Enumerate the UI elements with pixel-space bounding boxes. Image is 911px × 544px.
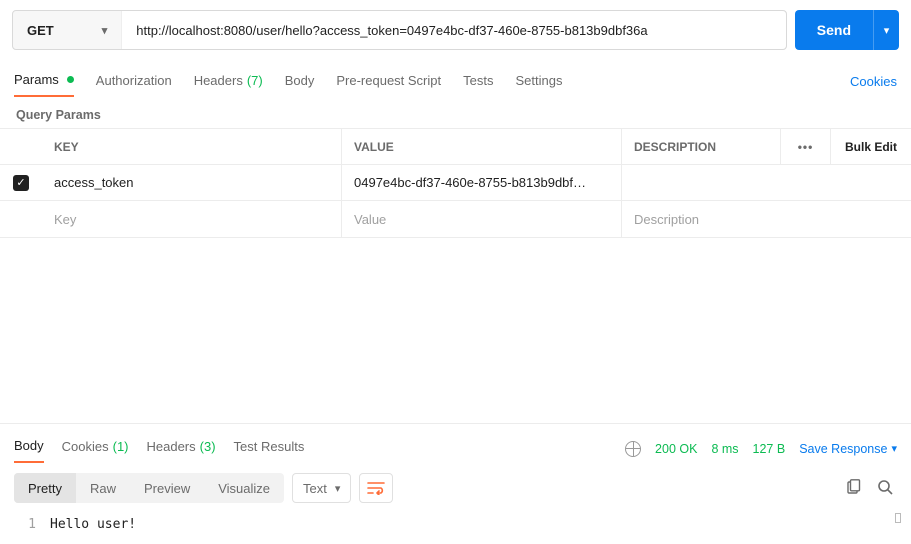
response-tab-headers-label: Headers xyxy=(147,439,196,454)
line-wrap-button[interactable] xyxy=(359,473,393,503)
save-response-button[interactable]: Save Response ▾ xyxy=(799,442,897,456)
tab-prerequest[interactable]: Pre-request Script xyxy=(336,67,441,96)
url-input[interactable]: http://localhost:8080/user/hello?access_… xyxy=(121,11,786,49)
tab-authorization[interactable]: Authorization xyxy=(96,67,172,96)
viewer-tab-raw[interactable]: Raw xyxy=(76,473,130,503)
url-text: http://localhost:8080/user/hello?access_… xyxy=(136,23,647,38)
search-icon xyxy=(877,479,893,495)
response-type-label: Text xyxy=(303,481,327,496)
viewer-tab-visualize[interactable]: Visualize xyxy=(204,473,284,503)
line-number: 1 xyxy=(0,517,50,532)
status-code: 200 OK xyxy=(655,442,697,456)
tab-headers-count: (7) xyxy=(247,73,263,88)
http-method-label: GET xyxy=(27,23,54,38)
status-time: 8 ms xyxy=(711,442,738,456)
chevron-down-icon: ▾ xyxy=(102,24,108,37)
param-key-placeholder[interactable]: Key xyxy=(42,201,342,237)
send-button[interactable]: Send xyxy=(795,10,873,50)
query-params-table: KEY VALUE DESCRIPTION ••• Bulk Edit ✓ ac… xyxy=(0,128,911,238)
tab-headers[interactable]: Headers (7) xyxy=(194,67,263,96)
response-body[interactable]: 1 Hello user! xyxy=(0,513,911,544)
tab-headers-label: Headers xyxy=(194,73,243,88)
viewer-tab-pretty[interactable]: Pretty xyxy=(14,473,76,503)
tab-tests[interactable]: Tests xyxy=(463,67,493,96)
copy-button[interactable] xyxy=(841,475,865,502)
param-value-input[interactable]: 0497e4bc-df37-460e-8755-b813b9dbf… xyxy=(342,165,622,200)
response-tab-cookies-label: Cookies xyxy=(62,439,109,454)
table-header-row: KEY VALUE DESCRIPTION ••• Bulk Edit xyxy=(0,129,911,165)
globe-icon[interactable] xyxy=(625,441,641,457)
viewer-tabs: Pretty Raw Preview Visualize xyxy=(14,473,284,503)
row-checkbox[interactable]: ✓ xyxy=(13,175,29,191)
response-tab-headers[interactable]: Headers (3) xyxy=(147,435,216,462)
param-description-placeholder[interactable]: Description xyxy=(622,201,911,237)
bulk-edit-button[interactable]: Bulk Edit xyxy=(831,129,911,164)
chevron-down-icon: ▾ xyxy=(335,482,341,495)
response-tab-body[interactable]: Body xyxy=(14,434,44,463)
cookies-link[interactable]: Cookies xyxy=(850,74,897,89)
response-tab-cookies-count: (1) xyxy=(113,439,129,454)
minimap-scroll[interactable] xyxy=(895,513,901,523)
chevron-down-icon: ▾ xyxy=(891,442,897,455)
param-description-input[interactable] xyxy=(622,165,911,200)
search-button[interactable] xyxy=(873,475,897,502)
tab-params[interactable]: Params xyxy=(14,66,74,97)
table-row-empty: Key Value Description xyxy=(0,201,911,237)
chevron-down-icon: ▾ xyxy=(884,24,890,37)
response-tab-headers-count: (3) xyxy=(200,439,216,454)
viewer-tab-preview[interactable]: Preview xyxy=(130,473,204,503)
response-body-line: Hello user! xyxy=(50,517,136,532)
save-response-label: Save Response xyxy=(799,442,887,456)
status-size: 127 B xyxy=(753,442,786,456)
tab-settings[interactable]: Settings xyxy=(515,67,562,96)
response-tab-test-results[interactable]: Test Results xyxy=(234,435,305,462)
table-row: ✓ access_token 0497e4bc-df37-460e-8755-b… xyxy=(0,165,911,201)
line-wrap-icon xyxy=(367,481,385,495)
send-dropdown-button[interactable]: ▾ xyxy=(873,10,899,50)
param-value-placeholder[interactable]: Value xyxy=(342,201,622,237)
col-key: KEY xyxy=(42,129,342,164)
response-tab-cookies[interactable]: Cookies (1) xyxy=(62,435,129,462)
query-params-heading: Query Params xyxy=(0,98,911,128)
param-key-input[interactable]: access_token xyxy=(42,165,342,200)
col-value: VALUE xyxy=(342,129,622,164)
http-method-select[interactable]: GET ▾ xyxy=(13,11,121,49)
tab-body[interactable]: Body xyxy=(285,67,315,96)
col-description: DESCRIPTION xyxy=(622,129,781,164)
copy-icon xyxy=(845,479,861,495)
col-more-button[interactable]: ••• xyxy=(781,129,831,164)
ellipsis-icon: ••• xyxy=(798,140,814,154)
response-type-select[interactable]: Text ▾ xyxy=(292,473,351,503)
tab-params-label: Params xyxy=(14,72,59,87)
active-dot-icon xyxy=(67,76,74,83)
